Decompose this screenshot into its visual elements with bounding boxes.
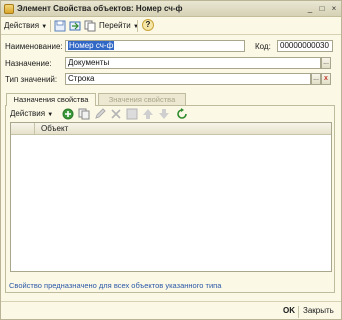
purpose-label: Назначение: [5,59,52,68]
name-input[interactable]: Номер сч-ф [65,40,245,52]
minimize-button[interactable]: _ [305,4,315,14]
tab-property-purposes[interactable]: Назначения свойства [6,93,96,106]
move-down-icon[interactable] [158,108,170,120]
title-bar: Элемент Свойства объектов: Номер сч-ф _ … [1,1,341,17]
info-note: Свойство предназначено для всех объектов… [9,281,222,290]
name-input-value: Номер сч-ф [68,41,115,50]
actions-menu-label: Действия [4,21,40,30]
type-clear-button[interactable]: x [321,73,331,85]
maximize-button[interactable]: □ [317,4,327,14]
table-header-object[interactable]: Объект [41,124,68,133]
help-icon[interactable]: ? [142,19,154,31]
type-input[interactable]: Строка [65,73,311,85]
refresh-icon[interactable] [176,108,188,120]
toolbar-separator [50,20,51,32]
purpose-select-button[interactable]: ... [321,57,331,69]
actions-menu[interactable]: Действия ▼ [4,20,47,32]
table-header-marker [11,123,35,134]
type-select-button[interactable]: ... [311,73,321,85]
toolbar-separator [137,20,138,32]
code-input[interactable]: 00000000030 [277,40,333,52]
write-close-icon[interactable] [69,20,81,32]
code-label: Код: [255,42,271,51]
close-form-button[interactable]: Закрыть [303,306,334,315]
tab-property-values[interactable]: Значения свойства [98,93,186,105]
type-label: Тип значений: [5,75,58,84]
goto-menu-label: Перейти [99,21,131,30]
app-icon [4,4,14,14]
panel-actions-label: Действия [10,109,46,118]
tab-panel: Действия ▼ Объект [5,105,335,293]
objects-table[interactable]: Объект [10,122,332,272]
chevron-down-icon: ▼ [41,24,48,30]
name-label: Наименование: [5,42,63,51]
purpose-input[interactable]: Документы [65,57,321,69]
chevron-down-icon: ▼ [47,112,54,118]
save-icon[interactable] [126,108,138,120]
move-up-icon[interactable] [142,108,154,120]
window-title: Элемент Свойства объектов: Номер сч-ф [17,4,183,13]
add-icon[interactable] [62,108,74,120]
footer-separator [298,306,299,318]
footer-bar: OK Закрыть [1,301,341,319]
panel-actions-menu[interactable]: Действия ▼ [10,108,53,120]
copy-row-icon[interactable] [78,108,90,120]
ok-button[interactable]: OK [283,306,295,315]
property-element-window: Элемент Свойства объектов: Номер сч-ф _ … [0,0,342,320]
close-button[interactable]: × [329,4,339,14]
delete-icon[interactable] [110,108,122,120]
goto-menu[interactable]: Перейти ▼ [99,20,139,32]
write-icon[interactable] [54,20,66,32]
toolbar: Действия ▼ Перейти ▼ ? [1,17,341,35]
edit-icon[interactable] [94,108,106,120]
copy-icon[interactable] [84,20,96,32]
table-header: Объект [11,123,331,135]
